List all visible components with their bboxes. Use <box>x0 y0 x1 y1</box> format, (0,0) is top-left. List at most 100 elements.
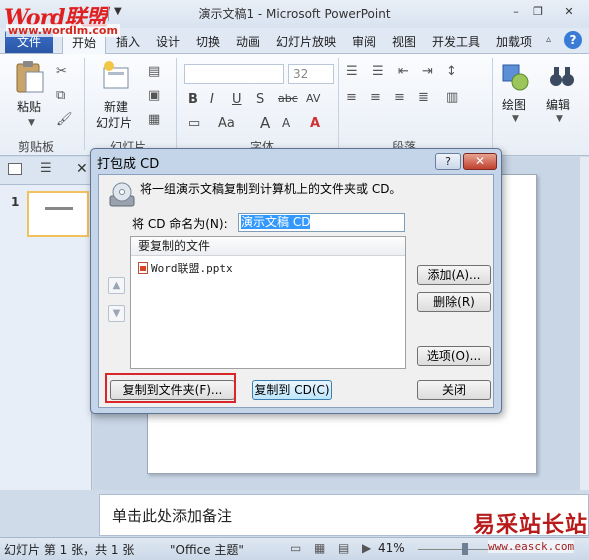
dialog-help-button[interactable]: ? <box>435 153 461 170</box>
clipboard-group-label: 剪贴板 <box>18 140 55 154</box>
group-separator <box>84 58 85 150</box>
cd-name-label: 将 CD 命名为(N): <box>132 217 228 231</box>
thumbnail-text <box>45 207 73 210</box>
theme-name[interactable]: "Office 主题" <box>170 541 244 558</box>
minimize-button[interactable]: – <box>505 4 527 20</box>
sorter-view-icon[interactable]: ▦ <box>314 541 325 555</box>
bold-icon[interactable]: B <box>188 92 198 107</box>
increase-indent-icon[interactable]: ⇥ <box>422 64 433 79</box>
list-item[interactable]: Word联盟.pptx <box>138 261 233 277</box>
tab-developer[interactable]: 开发工具 <box>432 33 480 50</box>
underline-icon[interactable]: U <box>232 92 242 107</box>
new-slide-label-2[interactable]: 幻灯片 <box>96 114 132 131</box>
font-name-combo[interactable] <box>184 64 284 84</box>
group-separator <box>338 58 339 150</box>
layout-icon[interactable]: ▤ <box>148 64 160 79</box>
paste-label[interactable]: 粘贴 <box>17 98 41 115</box>
numbering-icon[interactable]: ☰ <box>372 64 384 79</box>
copy-icon[interactable]: ⧉ <box>56 88 65 103</box>
justify-icon[interactable]: ≣ <box>418 90 429 105</box>
slides-panel: ☰ ✕ 1 <box>0 157 92 490</box>
ribbon: 粘贴 ▼ ✂ ⧉ 🖌 剪贴板 新建 幻灯片 ▤ ▣ ▦ 幻灯片 32 B I U… <box>0 54 589 156</box>
slide-info: 幻灯片 第 1 张，共 1 张 <box>4 543 135 557</box>
slides-panel-tabs: ☰ ✕ <box>0 157 92 185</box>
align-left-icon[interactable]: ≡ <box>346 90 357 105</box>
move-down-button[interactable]: ▼ <box>108 305 125 322</box>
align-right-icon[interactable]: ≡ <box>394 90 405 105</box>
close-panel-icon[interactable]: ✕ <box>76 161 88 177</box>
tab-design[interactable]: 设计 <box>156 33 180 50</box>
columns-icon[interactable]: ▥ <box>446 90 458 105</box>
char-spacing-icon[interactable]: AV <box>306 92 320 105</box>
reading-view-icon[interactable]: ▤ <box>338 541 349 555</box>
move-up-button[interactable]: ▲ <box>108 277 125 294</box>
tab-transitions[interactable]: 切换 <box>196 33 220 50</box>
dialog-close-text-button[interactable]: 关闭 <box>417 380 491 400</box>
tab-addins[interactable]: 加载项 <box>496 33 532 50</box>
window-close-button[interactable]: ✕ <box>558 4 580 20</box>
outline-tab-icon[interactable]: ☰ <box>40 161 52 176</box>
group-separator <box>176 58 177 150</box>
cd-name-value: 演示文稿 CD <box>241 215 311 229</box>
decrease-indent-icon[interactable]: ⇤ <box>398 64 409 79</box>
site-logo-url: www.wordlm.com <box>6 24 120 37</box>
new-slide-icon[interactable] <box>100 60 132 92</box>
tab-animations[interactable]: 动画 <box>236 33 260 50</box>
files-list-header: 要复制的文件 <box>131 237 405 256</box>
cd-drive-icon <box>109 182 135 207</box>
cd-name-input[interactable]: 演示文稿 CD <box>238 213 405 232</box>
tab-view[interactable]: 视图 <box>392 33 416 50</box>
minimize-ribbon-icon[interactable]: ▵ <box>546 34 551 45</box>
reset-icon[interactable]: ▣ <box>148 88 160 103</box>
shrink-font-icon[interactable]: A <box>282 116 290 130</box>
format-painter-icon[interactable]: 🖌 <box>56 112 73 127</box>
align-center-icon[interactable]: ≡ <box>370 90 381 105</box>
files-list[interactable]: 要复制的文件 Word联盟.pptx <box>130 236 406 369</box>
tab-review[interactable]: 审阅 <box>352 33 376 50</box>
section-icon[interactable]: ▦ <box>148 112 160 127</box>
slide-thumbnail[interactable] <box>27 191 89 237</box>
grow-font-icon[interactable]: A <box>260 114 270 132</box>
restore-button[interactable]: ❐ <box>527 4 549 20</box>
shadow-icon[interactable]: S <box>256 92 264 107</box>
paste-icon[interactable] <box>14 60 46 94</box>
binoculars-icon[interactable] <box>548 62 576 90</box>
options-button[interactable]: 选项(O)... <box>417 346 491 366</box>
remove-file-button[interactable]: 删除(R) <box>417 292 491 312</box>
slideshow-view-icon[interactable]: ▶ <box>362 541 371 555</box>
file-name: Word联盟.pptx <box>151 262 233 275</box>
dialog-close-button[interactable]: ✕ <box>463 153 497 170</box>
font-size-combo[interactable]: 32 <box>288 64 334 84</box>
font-color-icon[interactable]: A <box>310 116 320 131</box>
add-file-button[interactable]: 添加(A)... <box>417 265 491 285</box>
drawing-shapes-icon[interactable] <box>500 62 530 92</box>
drawing-label[interactable]: 绘图 <box>502 96 526 113</box>
zoom-level[interactable]: 41% <box>378 541 405 555</box>
change-case-icon[interactable]: Aa <box>218 116 235 131</box>
strikethrough-icon[interactable]: abc <box>278 92 298 105</box>
help-icon[interactable]: ? <box>564 31 582 49</box>
slide-number: 1 <box>11 195 20 209</box>
new-slide-label-1[interactable]: 新建 <box>104 98 128 115</box>
line-spacing-icon[interactable]: ↕ <box>446 64 457 79</box>
text-highlight-icon[interactable]: ▭ <box>188 116 200 131</box>
tab-slideshow[interactable]: 幻灯片放映 <box>276 33 336 50</box>
vertical-scrollbar[interactable] <box>580 157 589 490</box>
bullets-icon[interactable]: ☰ <box>346 64 358 79</box>
watermark-url: www.easck.com <box>488 540 575 553</box>
slides-tab-icon[interactable] <box>8 163 22 175</box>
dialog-description: 将一组演示文稿复制到计算机上的文件夹或 CD。 <box>140 182 402 196</box>
editing-label[interactable]: 编辑 <box>546 96 570 113</box>
paste-dropdown-icon[interactable]: ▼ <box>28 118 35 128</box>
group-separator <box>492 58 493 150</box>
notes-placeholder: 单击此处添加备注 <box>112 507 233 525</box>
cut-icon[interactable]: ✂ <box>56 64 67 79</box>
dialog-title: 打包成 CD <box>97 157 160 172</box>
window-title: 演示文稿1 - Microsoft PowerPoint <box>198 7 391 21</box>
editing-dropdown-icon[interactable]: ▼ <box>556 114 563 124</box>
zoom-slider-thumb[interactable] <box>462 543 468 555</box>
drawing-dropdown-icon[interactable]: ▼ <box>512 114 519 124</box>
italic-icon[interactable]: I <box>210 92 214 107</box>
normal-view-icon[interactable]: ▭ <box>290 541 301 555</box>
copy-to-cd-button[interactable]: 复制到 CD(C) <box>252 380 332 400</box>
